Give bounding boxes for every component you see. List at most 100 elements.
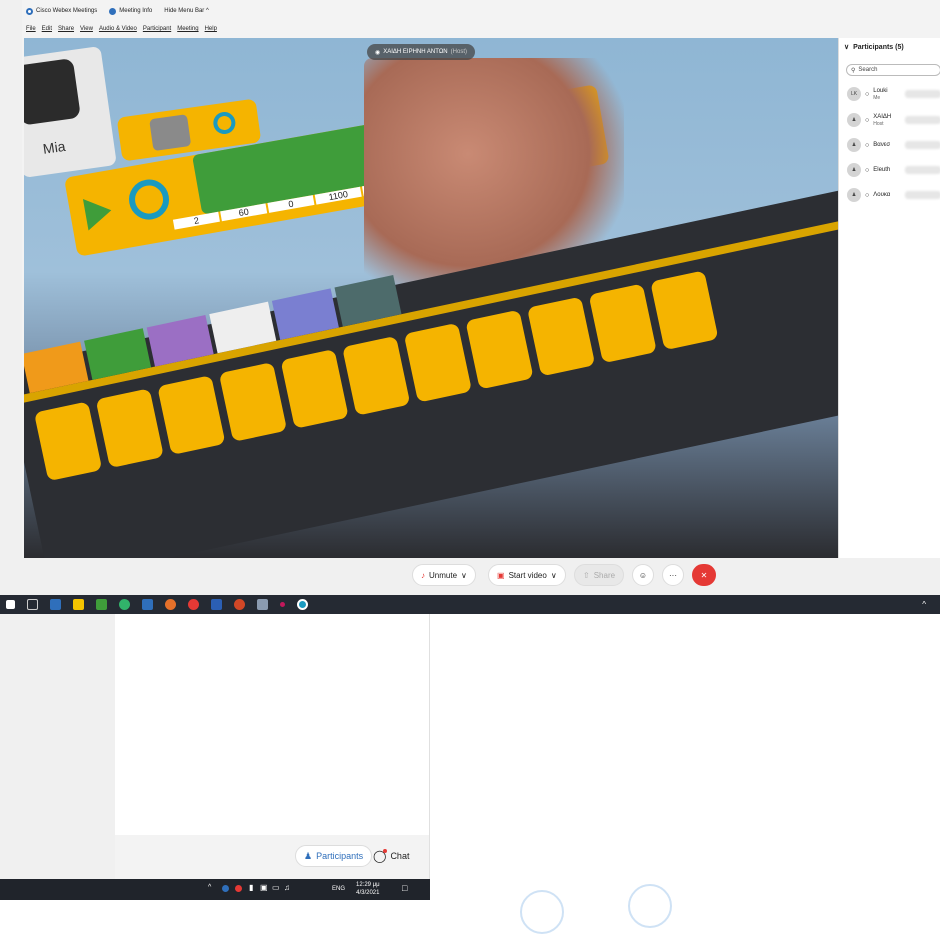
decorative-circle: [628, 884, 672, 928]
menu-help[interactable]: Help: [205, 26, 217, 32]
meeting-controls: ♪ Unmute ∨ ▣ Start video ∨ ⇧ Share ☺ ···…: [22, 558, 940, 595]
clock-time: 12:29 μμ: [356, 882, 380, 888]
reactions-button[interactable]: ☺: [632, 564, 654, 586]
participants-search-input[interactable]: ⚲ Search: [846, 64, 940, 76]
tab-meeting-info[interactable]: Meeting Info: [109, 7, 153, 15]
share-button[interactable]: ⇧ Share: [574, 564, 625, 586]
participants-panel: ∨ Participants (5) ⚲ Search LK ○ Louki Me…: [838, 38, 940, 558]
webex-taskbar-icon[interactable]: [297, 599, 308, 610]
background-window-content: [115, 614, 430, 835]
task-view-icon[interactable]: [27, 599, 38, 610]
share-icon: ⇧: [583, 570, 590, 580]
play-icon: [82, 194, 115, 231]
speaker-icon: ◉: [375, 49, 381, 56]
calendar-icon[interactable]: [142, 599, 153, 610]
participant-name: Eleuth: [873, 166, 891, 173]
participant-row[interactable]: LK ○ Louki Me: [847, 84, 940, 104]
chrome-icon[interactable]: [188, 599, 199, 610]
network-icon[interactable]: ▣: [260, 883, 268, 892]
spotify-icon[interactable]: [119, 599, 130, 610]
emoji-icon: ☺: [638, 570, 648, 580]
mia-card: Mia: [24, 45, 117, 179]
blurred-name: [905, 116, 940, 124]
participant-name: Λουκα: [873, 191, 891, 198]
battery-icon[interactable]: ▭: [272, 883, 280, 892]
start-video-button[interactable]: ▣ Start video ∨: [488, 564, 566, 586]
notepad-icon[interactable]: [96, 599, 107, 610]
search-icon: ⚲: [851, 67, 856, 74]
firefox-icon[interactable]: [165, 599, 176, 610]
block-value: 2: [172, 211, 220, 230]
end-meeting-button[interactable]: ✕: [692, 564, 716, 586]
person-icon: ♟: [847, 163, 861, 177]
chevron-down-icon: ∨: [844, 44, 850, 51]
language-indicator[interactable]: ENG: [332, 886, 345, 892]
menu-participant[interactable]: Participant: [143, 26, 171, 32]
participant-role: Me: [873, 94, 881, 101]
avatar: LK: [847, 87, 861, 101]
participant-row[interactable]: ♟ ○ Βανεσ: [847, 135, 940, 155]
menu-meeting[interactable]: Meeting: [177, 26, 198, 32]
start-video-label: Start video: [508, 570, 547, 580]
menu-view[interactable]: View: [80, 26, 93, 32]
webex-window: Cisco Webex Meetings Meeting Info Hide M…: [22, 0, 940, 595]
chat-bubble-icon: ◯: [373, 849, 388, 863]
microphone-icon[interactable]: ▮: [249, 883, 253, 892]
tab-webex-meetings[interactable]: Cisco Webex Meetings: [26, 7, 98, 15]
file-explorer-icon[interactable]: [73, 599, 84, 610]
windows-taskbar: ^: [0, 595, 940, 614]
webex-tray-icon[interactable]: [222, 885, 229, 892]
decorative-circle: [520, 890, 564, 934]
video-off-icon: ▣: [497, 570, 505, 580]
active-speaker-label: ◉ ΧΑΙΔΗ ΕΙΡΗΝΗ ΑΝΤΩΝ (Host): [367, 44, 475, 60]
participants-panel-header[interactable]: ∨ Participants (5): [844, 43, 904, 52]
speaker-icon[interactable]: ♫: [284, 883, 290, 892]
microphone-muted-icon: ♪: [421, 570, 425, 580]
participant-row[interactable]: ♟ ○ Eleuth: [847, 160, 940, 180]
antivirus-tray-icon[interactable]: [235, 885, 242, 892]
person-icon: ♟: [847, 113, 861, 127]
notification-icon[interactable]: □: [402, 883, 407, 893]
participants-button-label: Participants: [316, 851, 364, 861]
chevron-up-icon[interactable]: ^: [922, 600, 926, 609]
app-icon[interactable]: [257, 599, 268, 610]
tab-label: Meeting Info: [119, 8, 153, 14]
participant-row[interactable]: ♟ ○ ΧΑΙΔΗ Host: [847, 110, 940, 130]
clock[interactable]: 12:29 μμ 4/3/2021: [356, 881, 380, 897]
search-placeholder: Search: [858, 67, 878, 73]
participants-button[interactable]: ♟ Participants: [295, 845, 373, 867]
word-icon[interactable]: [211, 599, 222, 610]
participants-title: Participants (5): [853, 43, 904, 51]
blurred-name: [905, 141, 940, 149]
title-bar: Cisco Webex Meetings Meeting Info Hide M…: [22, 0, 940, 22]
participant-row[interactable]: ♟ ○ Λουκα: [847, 185, 940, 205]
chat-button-label: Chat: [390, 851, 410, 861]
person-icon: ♟: [847, 138, 861, 152]
unmute-button[interactable]: ♪ Unmute ∨: [412, 564, 476, 586]
more-options-button[interactable]: ···: [662, 564, 684, 586]
app-icon[interactable]: [280, 602, 285, 607]
microphone-icon: ○: [865, 191, 870, 199]
blurred-name: [905, 166, 940, 174]
hide-menu-bar-button[interactable]: Hide Menu Bar ^: [164, 8, 209, 14]
microphone-icon: ○: [865, 90, 870, 98]
chevron-down-icon: ∨: [550, 570, 557, 580]
tab-label: Cisco Webex Meetings: [36, 8, 98, 14]
close-icon: ✕: [700, 570, 708, 580]
menu-audio-video[interactable]: Audio & Video: [99, 26, 137, 32]
mail-icon[interactable]: [50, 599, 61, 610]
microphone-icon: ○: [865, 141, 870, 149]
share-label: Share: [593, 570, 616, 580]
menu-file[interactable]: File: [26, 26, 36, 32]
menu-share[interactable]: Share: [58, 26, 74, 32]
powerpoint-icon[interactable]: [234, 599, 245, 610]
info-icon: [109, 7, 117, 15]
participant-name: Louki: [873, 87, 888, 94]
chevron-up-icon[interactable]: ^: [208, 884, 211, 891]
windows-start-icon[interactable]: [6, 600, 15, 609]
menu-edit[interactable]: Edit: [42, 26, 52, 32]
video-feed[interactable]: Mia 2 60 0 1100 50 50: [24, 38, 838, 558]
tab-label: Hide Menu Bar ^: [164, 8, 209, 14]
chat-button[interactable]: ◯ Chat: [373, 845, 409, 867]
menu-bar: File Edit Share View Audio & Video Parti…: [22, 22, 940, 36]
